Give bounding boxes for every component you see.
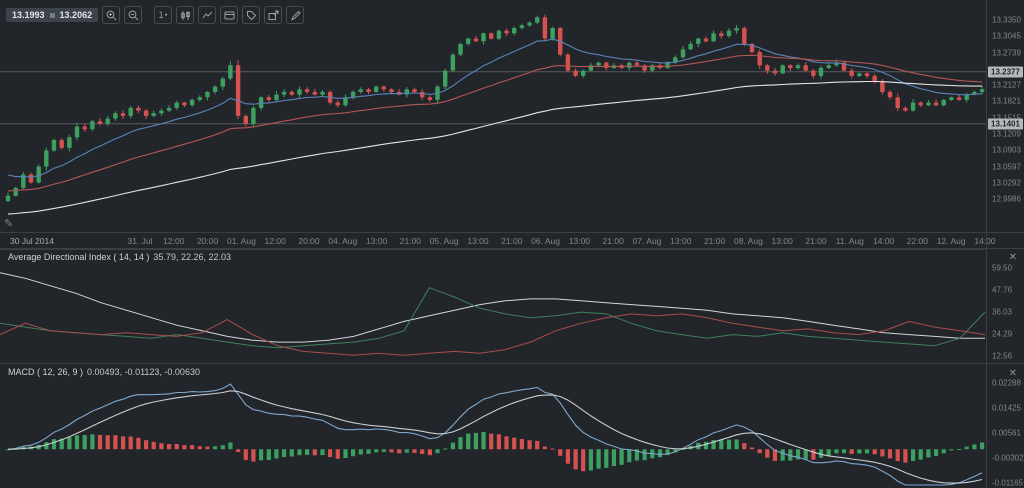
zoom-out-button[interactable] — [124, 6, 142, 24]
interval-button[interactable]: 1● — [154, 6, 172, 24]
layout-icon — [224, 10, 235, 21]
macd-panel-label: MACD ( 12, 26, 9 ) 0.00493, -0.01123, -0.… — [8, 367, 200, 377]
tag-button[interactable] — [242, 6, 260, 24]
macd-histogram — [6, 432, 984, 471]
indicator-wave-icon — [202, 10, 213, 21]
main-chart-canvas[interactable] — [0, 0, 986, 232]
time-axis-label: 05. Aug — [430, 236, 459, 246]
bid-price: 13.1993 — [12, 10, 45, 20]
macd-axis-label: 0.02288 — [992, 379, 1021, 388]
adx-name: Average Directional Index ( 14, 14 ) — [8, 252, 149, 262]
price-axis-label: 13.1209 — [992, 130, 1021, 139]
layout-button[interactable] — [220, 6, 238, 24]
time-axis-label: 12:00 — [163, 236, 184, 246]
time-axis-label: 21:00 — [805, 236, 826, 246]
price-axis-label: 13.0292 — [992, 178, 1021, 187]
time-axis-label: 07. Aug — [633, 236, 662, 246]
time-axis-label: 13:00 — [366, 236, 387, 246]
adx-panel-label: Average Directional Index ( 14, 14 ) 35.7… — [8, 252, 231, 262]
panel-separator — [0, 248, 1024, 249]
candles — [6, 15, 985, 203]
time-axis-label: 13:00 — [670, 236, 691, 246]
price-axis-label: 13.1821 — [992, 97, 1021, 106]
share-button[interactable] — [264, 6, 282, 24]
macd-name: MACD ( 12, 26, 9 ) — [8, 367, 83, 377]
price-badge: 13.1401 — [988, 118, 1023, 129]
indicators-button[interactable] — [198, 6, 216, 24]
time-axis-label: 22:00 — [907, 236, 928, 246]
chart-toolbar: 13.1993 13.2062 1● — [6, 6, 304, 24]
draw-button[interactable] — [286, 6, 304, 24]
spread-square-icon — [50, 13, 55, 18]
price-axis-label: 13.2739 — [992, 48, 1021, 57]
price-axis-label: 13.3350 — [992, 16, 1021, 25]
price-axis-label: 13.3045 — [992, 32, 1021, 41]
share-icon — [268, 10, 279, 21]
zoom-in-icon — [106, 10, 117, 21]
time-axis-label: 13:00 — [772, 236, 793, 246]
macd-axis-label: -0.01165 — [992, 479, 1023, 488]
adx-series--DI — [0, 314, 985, 355]
time-axis-label: 06. Aug — [531, 236, 560, 246]
dropdown-dot-icon: ● — [165, 12, 168, 18]
price-axis[interactable]: ✕ ✕ 13.3350 13.3045 13.2739 13.2127 13.1821 1… — [986, 0, 1024, 488]
zoom-out-icon — [128, 10, 139, 21]
zoom-in-button[interactable] — [102, 6, 120, 24]
time-axis-label: 21:00 — [400, 236, 421, 246]
adx-axis-label: 59.50 — [992, 264, 1012, 273]
adx-panel-canvas[interactable] — [0, 249, 986, 364]
time-axis-label: 31. Jul — [127, 236, 152, 246]
time-axis-label: 21:00 — [501, 236, 522, 246]
quote-pill: 13.1993 13.2062 — [6, 8, 98, 22]
price-axis-label: 12.9986 — [992, 195, 1021, 204]
macd-close-button[interactable]: ✕ — [1009, 369, 1017, 379]
draw-mode-icon[interactable]: ✎ — [4, 217, 13, 230]
adx-axis-label: 24.29 — [992, 330, 1012, 339]
macd-line — [8, 384, 982, 485]
time-axis-label: 21:00 — [704, 236, 725, 246]
macd-panel-canvas[interactable] — [0, 364, 986, 488]
time-axis-label: 12. Aug — [937, 236, 966, 246]
interval-label: 1 — [159, 10, 164, 20]
time-axis-label: 14:00 — [873, 236, 894, 246]
time-axis-label: 04. Aug — [328, 236, 357, 246]
panel-separator — [0, 363, 1024, 364]
time-axis-label: 20:00 — [197, 236, 218, 246]
macd-axis-label: 0.00561 — [992, 429, 1021, 438]
macd-axis-label: 0.01425 — [992, 404, 1021, 413]
panel-separator — [0, 232, 1024, 233]
chart-type-button[interactable] — [176, 6, 194, 24]
ma-long-line — [8, 82, 982, 215]
adx-values: 35.79, 22.26, 22.03 — [153, 252, 231, 262]
trading-chart-app: 13.1993 13.2062 1● ✎ — [0, 0, 1024, 488]
adx-series-+DI — [0, 288, 985, 348]
candlestick-icon — [180, 10, 191, 21]
macd-signal-line — [8, 391, 982, 483]
time-axis-label: 08. Aug — [734, 236, 763, 246]
price-axis-label: 13.0903 — [992, 146, 1021, 155]
pencil-icon — [290, 10, 301, 21]
price-axis-label: 13.2127 — [992, 81, 1021, 90]
time-axis-label: 13:00 — [569, 236, 590, 246]
time-axis-label: 11. Aug — [836, 236, 864, 246]
time-axis-label: 13:00 — [467, 236, 488, 246]
price-axis-label: 13.0597 — [992, 162, 1021, 171]
adx-series-ADX — [0, 273, 985, 342]
time-axis-label: 20:00 — [298, 236, 319, 246]
time-axis-label: 30 Jul 2014 — [10, 236, 54, 246]
tag-icon — [246, 10, 257, 21]
macd-values: 0.00493, -0.01123, -0.00630 — [87, 367, 200, 377]
time-axis-label: 01. Aug — [227, 236, 256, 246]
price-badge: 13.2377 — [988, 66, 1023, 77]
macd-axis-label: -0.00302 — [992, 454, 1024, 463]
ask-price: 13.2062 — [60, 10, 93, 20]
time-axis-label: 21:00 — [603, 236, 624, 246]
adx-axis-label: 12.56 — [992, 352, 1012, 361]
time-axis-label: 12:00 — [265, 236, 286, 246]
adx-axis-label: 36.03 — [992, 308, 1012, 317]
adx-axis-label: 47.76 — [992, 286, 1012, 295]
adx-close-button[interactable]: ✕ — [1009, 253, 1017, 263]
